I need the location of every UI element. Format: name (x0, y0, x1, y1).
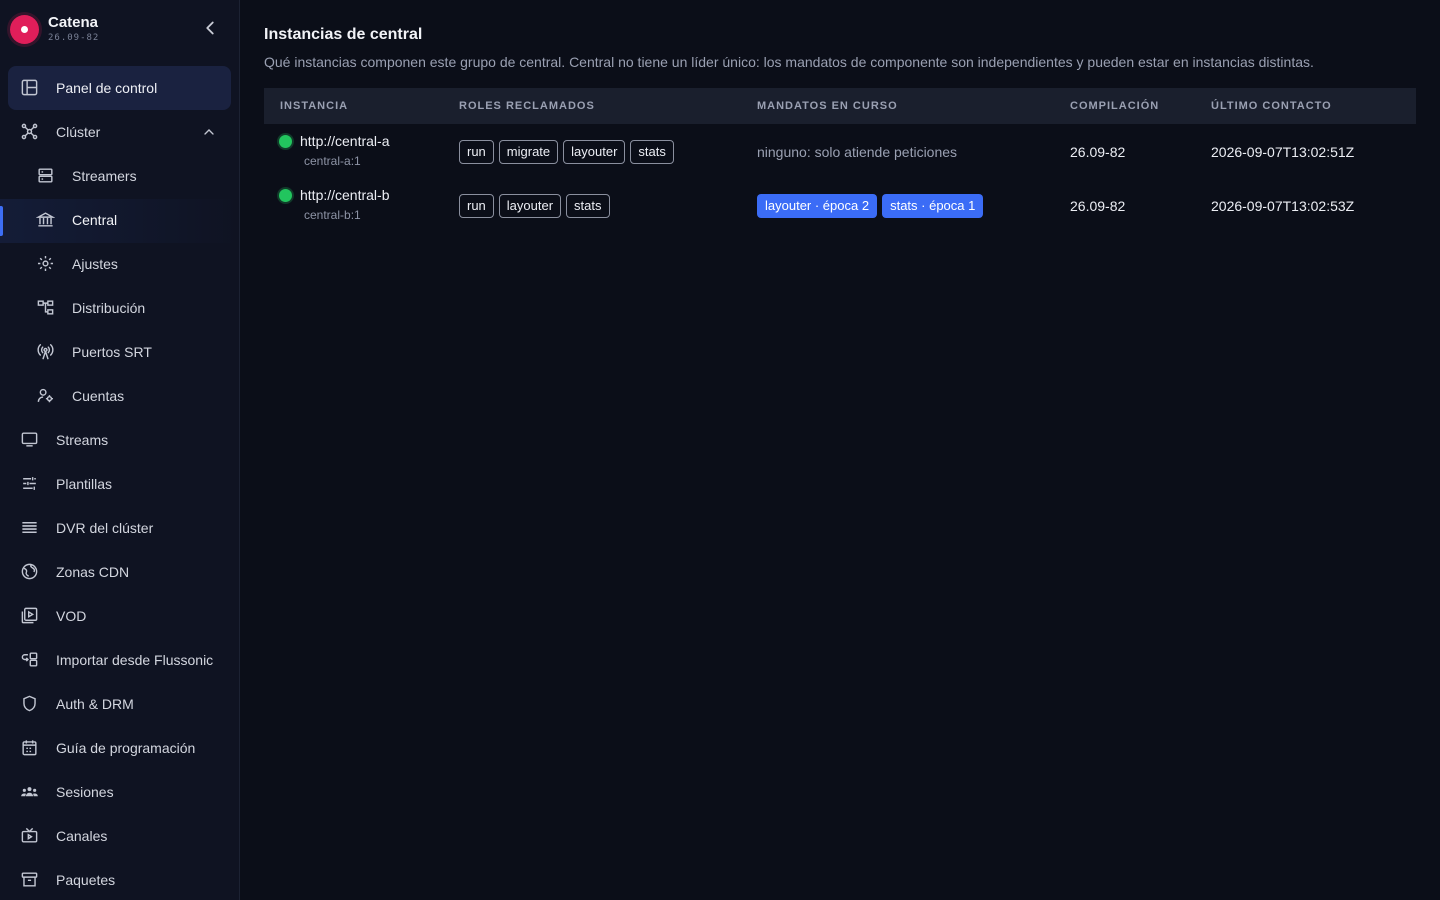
sidebar-item-streams[interactable]: Streams (8, 418, 231, 462)
sidebar-item-canales[interactable]: Canales (8, 814, 231, 858)
sidebar-item-puertos-srt[interactable]: Puertos SRT (8, 330, 231, 374)
sidebar-item-cluster[interactable]: Clúster (8, 110, 231, 154)
sidebar-item-label: Ajustes (72, 256, 118, 272)
sidebar-item-central[interactable]: Central (8, 198, 231, 242)
list-icon (22, 521, 37, 534)
column-header-roles[interactable]: ROLES RECLAMADOS (459, 100, 595, 112)
sidebar-item-streamers[interactable]: Streamers (8, 154, 231, 198)
column-header-mandates[interactable]: MANDATOS EN CURSO (757, 100, 898, 112)
archive-icon (21, 872, 38, 887)
role-tag: layouter (498, 194, 562, 218)
last-contact: 2026-09-07T13:02:53Z (1211, 198, 1355, 214)
instance-url[interactable]: http://central-b (300, 187, 390, 203)
instance-id: central-b:1 (304, 208, 361, 222)
sidebar-item-auth-drm[interactable]: Auth & DRM (8, 682, 231, 726)
instance-url[interactable]: http://central-a (300, 133, 390, 149)
bank-icon (36, 212, 55, 227)
mandates-list: layouter · época 2 stats · época 1 (757, 194, 984, 218)
sidebar-item-label: Panel de control (56, 80, 158, 96)
sidebar-item-label: Zonas CDN (56, 564, 130, 580)
monitor-icon (21, 432, 38, 447)
dashboard-icon (21, 79, 38, 96)
cluster-icon (21, 123, 38, 140)
sidebar-item-label: Clúster (56, 124, 101, 140)
status-dot (279, 135, 292, 148)
roles-list: run migrate layouter stats (459, 140, 674, 164)
brand-version: 26.09-82 (48, 33, 100, 43)
column-header-instance[interactable]: INSTANCIA (280, 100, 348, 112)
roles-list: run layouter stats (459, 194, 610, 218)
sidebar-item-distribucion[interactable]: Distribución (8, 286, 231, 330)
role-tag: run (459, 140, 494, 164)
sidebar-item-zonas-cdn[interactable]: Zonas CDN (8, 550, 231, 594)
instance-id: central-a:1 (304, 154, 361, 168)
active-indicator (0, 206, 3, 236)
gear-icon (37, 255, 54, 272)
role-tag: stats (566, 194, 610, 218)
sidebar-item-label: Importar desde Flussonic (56, 652, 214, 668)
column-header-build[interactable]: COMPILACIÓN (1070, 100, 1159, 112)
tv-icon (21, 827, 38, 843)
mandate-badge: layouter · época 2 (757, 194, 878, 218)
sidebar-item-label: Auth & DRM (56, 696, 134, 712)
sidebar-item-label: Plantillas (56, 476, 113, 492)
sidebar-item-cuentas[interactable]: Cuentas (8, 374, 231, 418)
chevron-up-icon[interactable] (201, 124, 217, 140)
globe-icon (21, 563, 38, 580)
video-library-icon (21, 607, 38, 624)
sidebar-item-label: Central (72, 212, 118, 228)
sidebar-item-importar-desde-flussonic[interactable]: Importar desde Flussonic (8, 638, 231, 682)
sidebar: Catena 26.09-82 Panel de control Clúster… (0, 0, 240, 900)
last-contact: 2026-09-07T13:02:51Z (1211, 144, 1355, 160)
sidebar-item-label: Paquetes (56, 872, 116, 888)
accounts-icon (37, 388, 54, 403)
calendar-icon (22, 740, 37, 756)
sidebar-item-label: Streams (56, 432, 109, 448)
antenna-icon (37, 344, 54, 360)
brand[interactable]: Catena 26.09-82 (10, 13, 230, 45)
sidebar-item-ajustes[interactable]: Ajustes (8, 242, 231, 286)
sidebar-item-vod[interactable]: VOD (8, 594, 231, 638)
role-tag: run (459, 194, 494, 218)
sidebar-item-dvr-del-cluster[interactable]: DVR del clúster (8, 506, 231, 550)
sidebar-item-label: DVR del clúster (56, 520, 154, 536)
sidebar-item-label: VOD (56, 608, 87, 624)
sidebar-item-panel-de-control[interactable]: Panel de control (8, 66, 231, 110)
sidebar-item-label: Sesiones (56, 784, 114, 800)
sidebar-item-label: Streamers (72, 168, 137, 184)
sidebar-item-plantillas[interactable]: Plantillas (8, 462, 231, 506)
role-tag: migrate (498, 140, 559, 164)
sidebar-item-paquetes[interactable]: Paquetes (8, 858, 231, 900)
build-version: 26.09-82 (1070, 144, 1126, 160)
server-icon (38, 168, 53, 183)
collapse-sidebar-button[interactable] (199, 17, 221, 39)
sliders-icon (23, 477, 36, 490)
sidebar-item-label: Canales (56, 828, 108, 844)
sidebar-item-sesiones[interactable]: Sesiones (8, 770, 231, 814)
import-icon (21, 652, 38, 667)
sidebar-nav: Panel de control Clúster Streamers Centr… (8, 66, 231, 900)
page-title: Instancias de central (264, 26, 423, 43)
status-dot (279, 189, 292, 202)
page-description: Qué instancias componen este grupo de ce… (264, 54, 1314, 70)
users-icon (21, 787, 38, 797)
brand-logo (10, 15, 39, 44)
sidebar-item-guia-de-programacion[interactable]: Guía de programación (8, 726, 231, 770)
table-row[interactable]: http://central-a central-a:1 run migrate… (264, 124, 1416, 178)
shield-icon (23, 695, 36, 712)
mandate-badge: stats · época 1 (882, 194, 984, 218)
build-version: 26.09-82 (1070, 198, 1126, 214)
role-tag: layouter (563, 140, 626, 164)
brand-name: Catena (48, 14, 99, 31)
sidebar-item-label: Guía de programación (56, 740, 196, 756)
distribution-icon (37, 300, 54, 315)
sidebar-item-label: Puertos SRT (72, 344, 152, 360)
mandates-none-text: ninguno: solo atiende peticiones (757, 144, 958, 160)
sidebar-item-label: Cuentas (72, 388, 125, 404)
column-header-last-contact[interactable]: ÚLTIMO CONTACTO (1211, 100, 1332, 112)
role-tag: stats (630, 140, 674, 164)
table-header: INSTANCIA ROLES RECLAMADOS MANDATOS EN C… (264, 88, 1416, 124)
table-row[interactable]: http://central-b central-b:1 run layoute… (264, 178, 1416, 232)
sidebar-item-label: Distribución (72, 300, 146, 316)
